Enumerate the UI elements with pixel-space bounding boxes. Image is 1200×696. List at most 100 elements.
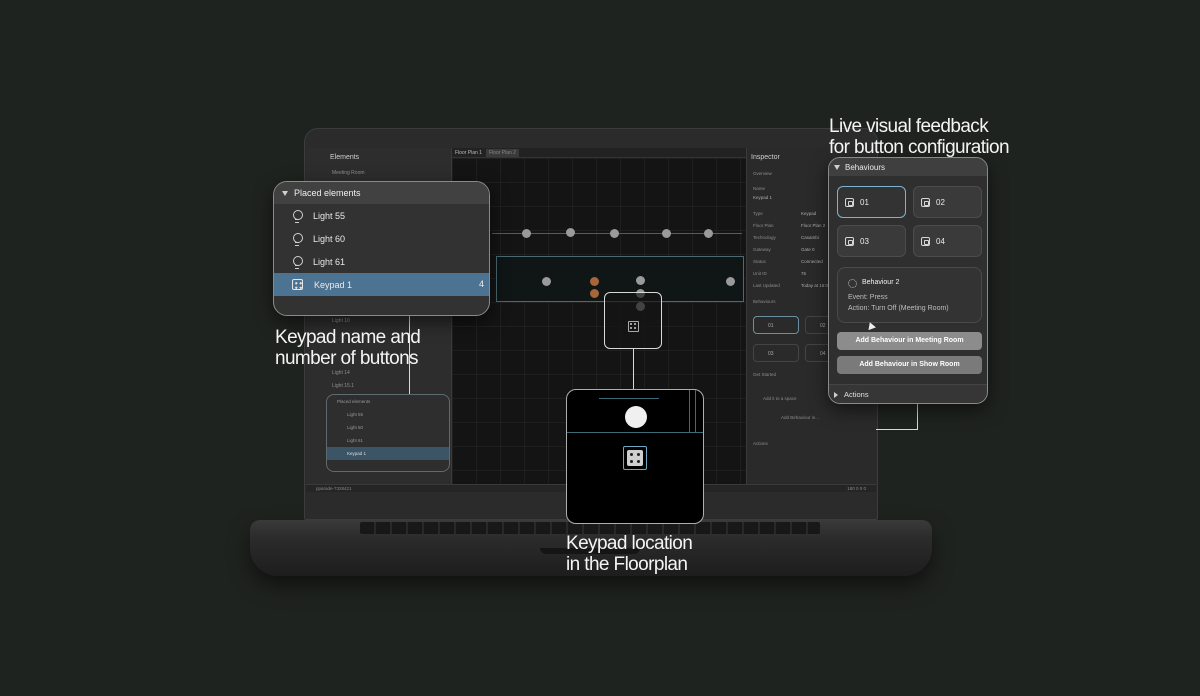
light-fixture[interactable]	[590, 289, 599, 298]
placed-item-keypad-1[interactable]: Keypad 1 4	[274, 273, 489, 296]
inspector-label: Floor Plan	[753, 223, 774, 228]
behaviour-button-label: 03	[860, 236, 869, 246]
gear-icon	[848, 279, 857, 288]
light-fixture[interactable]	[726, 277, 735, 286]
caption-line: for button configuration	[829, 137, 1010, 158]
behaviour-button-label: 02	[936, 197, 945, 207]
mini-behaviour-button[interactable]: 01	[753, 316, 799, 334]
mini-behaviour-button[interactable]: 03	[753, 344, 799, 362]
light-fixture[interactable]	[566, 228, 575, 237]
floorplan-wall	[567, 432, 703, 433]
floorplan-wall	[599, 398, 659, 399]
light-fixture[interactable]	[522, 229, 531, 238]
behaviour-button-04[interactable]: 04	[913, 225, 982, 257]
light-fixture[interactable]	[704, 229, 713, 238]
overview-section[interactable]: Overview	[753, 171, 772, 176]
lightbulb-icon	[292, 232, 303, 246]
behaviour-button-01[interactable]: 01	[837, 186, 906, 218]
chevron-right-icon	[834, 391, 838, 398]
light-fixture[interactable]	[610, 229, 619, 238]
elements-row[interactable]: Light 14	[332, 370, 350, 376]
inspector-label: Gateway	[753, 247, 771, 252]
button-icon	[921, 236, 930, 246]
placed-item-label: Light 60	[313, 233, 346, 244]
add-behaviour-show-room-button[interactable]: Add Behaviour in Show Room	[837, 356, 982, 374]
light-fixture[interactable]	[662, 229, 671, 238]
behaviour-button-02[interactable]: 02	[913, 186, 982, 218]
mini-placed-header: Placed elements	[337, 399, 371, 404]
behaviour-button-label: 01	[860, 197, 869, 207]
placed-elements-header[interactable]: Placed elements	[274, 182, 489, 204]
inspector-value: Gate 0	[801, 247, 815, 252]
get-started-label: Get Started	[753, 372, 777, 377]
add-behaviour-meeting-room-button[interactable]: Add Behaviour in Meeting Room	[837, 332, 982, 350]
behaviour-title: Behaviour 2	[862, 279, 900, 286]
placed-item-light-60[interactable]: Light 60	[274, 227, 489, 250]
inspector-value: Floor Plan 2	[801, 223, 826, 228]
inspector-value: Casambi	[801, 235, 819, 240]
behaviour-action: Action: Turn Off (Meeting Room)	[848, 305, 949, 312]
inspector-label: Last Updated	[753, 283, 780, 288]
keypad-icon	[628, 321, 639, 332]
lightbulb-icon	[292, 209, 303, 223]
elements-row[interactable]: Meeting Room	[332, 170, 365, 176]
elements-row[interactable]: Light 10	[332, 318, 350, 324]
keypad-marker[interactable]	[623, 446, 647, 470]
connector-line	[876, 429, 918, 430]
tab-floor-plan-1[interactable]: Floor Plan 1	[452, 149, 485, 157]
actions-section[interactable]: Actions	[753, 441, 768, 446]
behaviours-section[interactable]: Behaviours	[753, 299, 776, 304]
inspector-label: Status	[753, 259, 766, 264]
inspector-value: Connected	[801, 259, 823, 264]
light-fixture[interactable]	[542, 277, 551, 286]
floorplan-zoom	[566, 389, 704, 524]
inspector-name-value[interactable]: Keypad 1	[753, 195, 772, 200]
caption-line: in the Floorplan	[566, 554, 688, 575]
actions-section-header[interactable]: Actions	[829, 384, 987, 403]
mini-placed-item[interactable]: Light 61	[327, 434, 449, 447]
elements-row[interactable]: Light 15.1	[332, 383, 354, 389]
behaviour-button-03[interactable]: 03	[837, 225, 906, 257]
inspector-label: Unit ID	[753, 271, 767, 276]
inspector-value: 76	[801, 271, 807, 276]
caption-line: Keypad location	[566, 533, 693, 554]
add-to-space-link[interactable]: Add it to a space	[763, 396, 797, 401]
behaviour-button-label: 04	[936, 236, 945, 246]
mini-placed-item[interactable]: Light 55	[327, 408, 449, 421]
caption-line: Keypad name and	[275, 327, 421, 348]
inspector-value: Today at 16:0	[801, 283, 829, 288]
placed-item-light-61[interactable]: Light 61	[274, 250, 489, 273]
mini-placed-item[interactable]: Light 60	[327, 421, 449, 434]
chevron-down-icon	[834, 164, 840, 170]
placed-elements-panel: Placed elements Light 55 Light 60 Light …	[273, 181, 490, 316]
placed-item-label: Light 61	[313, 256, 346, 267]
placed-item-label: Keypad 1	[314, 279, 353, 290]
inspector-label: Type	[753, 211, 763, 216]
light-fixture[interactable]	[625, 406, 647, 428]
button-icon	[921, 197, 930, 207]
caption-line: Live visual feedback	[829, 116, 989, 137]
placed-item-label: Light 55	[313, 210, 346, 221]
light-fixture[interactable]	[636, 276, 645, 285]
keypad-highlight[interactable]	[604, 292, 662, 349]
lightbulb-icon	[292, 255, 303, 269]
behaviour-detail-card[interactable]: Behaviour 2 Event: Press Action: Turn Of…	[837, 267, 982, 323]
elements-panel-title: Elements	[330, 154, 360, 161]
keypad-icon	[292, 279, 303, 290]
inspector-title: Inspector	[751, 154, 780, 161]
connector-line	[633, 349, 634, 389]
mini-placed-item[interactable]: Keypad 1	[327, 447, 449, 460]
tab-floor-plan-2[interactable]: Floor Plan 2	[486, 149, 519, 157]
behaviour-event: Event: Press	[848, 294, 888, 301]
keypad-icon	[627, 450, 643, 466]
floorplan-wall	[695, 390, 696, 432]
placed-elements-title: Placed elements	[294, 188, 361, 198]
inspector-label: Technology	[753, 235, 776, 240]
inspector-value: Keypad	[801, 211, 817, 216]
behaviours-header[interactable]: Behaviours	[829, 158, 987, 176]
status-left: pparade-7328421	[316, 486, 352, 491]
mini-add-behaviour-button[interactable]: Add Behaviour in...	[781, 415, 819, 420]
light-fixture[interactable]	[590, 277, 599, 286]
placed-item-light-55[interactable]: Light 55	[274, 204, 489, 227]
caption-keypad-location: Keypad location in the Floorplan	[566, 533, 693, 575]
